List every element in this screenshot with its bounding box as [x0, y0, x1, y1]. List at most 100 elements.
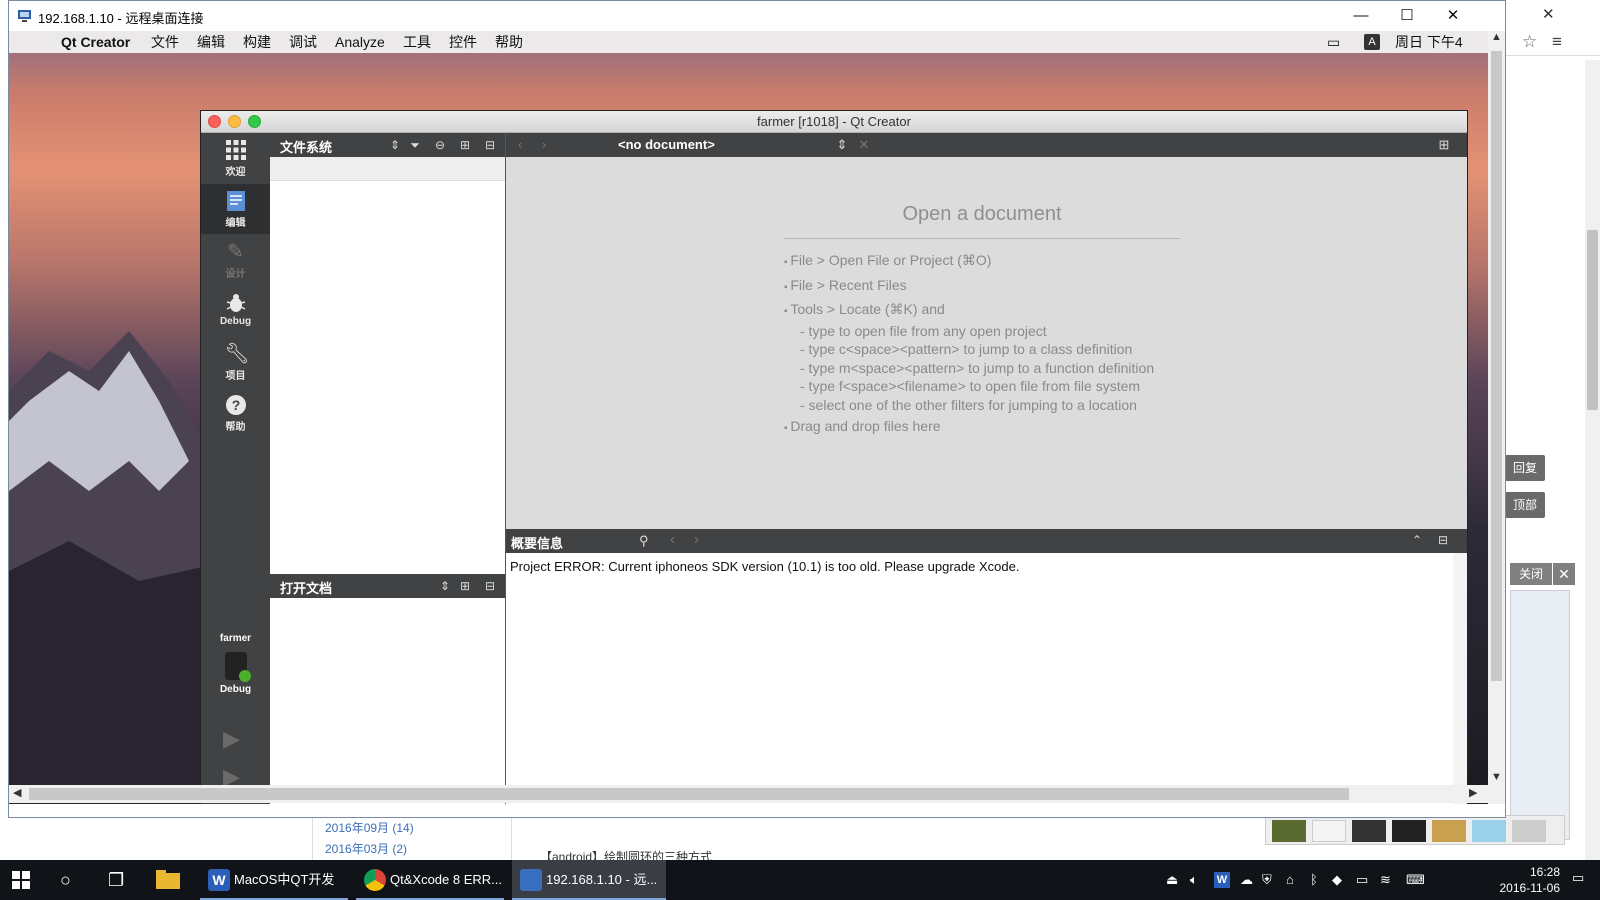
taskbar-app-chrome[interactable]: Qt&Xcode 8 ERR... — [356, 860, 504, 900]
previous-icon[interactable]: ‹ — [670, 531, 675, 548]
filesystem-tree[interactable] — [270, 181, 506, 574]
thumbnail[interactable] — [1472, 820, 1506, 842]
menu-analyze[interactable]: Analyze — [335, 33, 385, 51]
menu-tools[interactable]: 工具 — [403, 33, 431, 51]
menu-debug[interactable]: 调试 — [289, 33, 317, 51]
task-view-icon[interactable]: ❐ — [108, 860, 124, 900]
bookmark-star-icon[interactable]: ☆ — [1522, 32, 1537, 52]
filesystem-selected-row[interactable] — [270, 157, 506, 181]
mode-welcome[interactable]: 欢迎 — [201, 133, 270, 183]
back-icon[interactable]: ‹ — [512, 137, 528, 153]
issue-message[interactable]: Project ERROR: Current iphoneos SDK vers… — [510, 559, 1019, 574]
thumbnail[interactable] — [1352, 820, 1386, 842]
menu-file[interactable]: 文件 — [151, 33, 179, 51]
ad-close-button[interactable]: 关闭 — [1510, 563, 1552, 585]
archive-link[interactable]: 2016年09月 (14) — [313, 818, 511, 839]
forward-icon[interactable]: › — [536, 137, 552, 153]
screen-mirror-icon[interactable]: ▭ — [1327, 33, 1340, 51]
maximize-pane-icon[interactable]: ⌃ — [1412, 533, 1422, 547]
rdp-titlebar[interactable]: 192.168.1.10 - 远程桌面连接 — ☐ ✕ — [9, 1, 1505, 31]
browser-scroll-thumb[interactable] — [1587, 230, 1598, 410]
thumbnail[interactable] — [1512, 820, 1546, 842]
start-button[interactable] — [12, 860, 36, 900]
mode-help[interactable]: ? 帮助 — [201, 388, 270, 438]
next-icon[interactable]: › — [694, 531, 699, 548]
updown-icon[interactable]: ⇕ — [387, 137, 403, 153]
thumbnail[interactable] — [1312, 820, 1346, 842]
rdp-vertical-scrollbar[interactable]: ▲ ▼ — [1488, 31, 1505, 804]
mode-projects[interactable]: 🔧︎ 项目 — [201, 337, 270, 387]
mode-design[interactable]: ✎ 设计 — [201, 235, 270, 285]
taskbar-app-word[interactable]: W MacOS中QT开发i... — [200, 860, 348, 900]
back-to-top-button[interactable]: 顶部 — [1505, 492, 1545, 518]
scroll-left-icon[interactable]: ◀ — [13, 786, 21, 799]
file-explorer-icon[interactable] — [156, 860, 182, 900]
filter-icon[interactable]: ⏷ — [407, 137, 423, 153]
thumbnail[interactable] — [1392, 820, 1426, 842]
output-scrollbar[interactable] — [1453, 553, 1467, 804]
filter-output-icon[interactable]: ⚲ — [639, 533, 649, 549]
close-pane-icon[interactable]: ⊟ — [1438, 533, 1448, 547]
search-icon[interactable]: ○ — [60, 860, 71, 900]
menu-app-name[interactable]: Qt Creator — [61, 33, 130, 51]
close-pane-icon[interactable]: ⊟ — [482, 578, 498, 594]
rdp-horizontal-scrollbar[interactable]: ◀ ▶ — [9, 785, 1488, 803]
document-selector[interactable]: <no document> — [618, 137, 715, 152]
reply-button[interactable]: 回复 — [1505, 455, 1545, 481]
rdp-title: 192.168.1.10 - 远程桌面连接 — [38, 11, 204, 26]
taskbar-app-rdp[interactable]: 192.168.1.10 - 远... — [512, 860, 666, 900]
volume-icon[interactable]: 🔈︎ — [1190, 872, 1198, 888]
close-icon[interactable]: ✕ — [1542, 5, 1555, 23]
kit-project-name: farmer — [219, 633, 252, 644]
scroll-up-icon[interactable]: ▲ — [1491, 31, 1502, 43]
split-icon[interactable]: ⊞ — [457, 137, 473, 153]
run-icon[interactable]: ▶ — [223, 727, 245, 751]
minimize-icon[interactable]: — — [1338, 1, 1384, 31]
cloud-icon[interactable]: ☁ — [1240, 872, 1253, 888]
qtc-titlebar[interactable]: farmer [r1018] - Qt Creator — [201, 111, 1467, 133]
wifi-icon[interactable]: ≋ — [1380, 872, 1391, 888]
network-app-icon[interactable]: ⌂ — [1286, 872, 1294, 887]
shield-icon[interactable]: ⛨ — [1262, 872, 1272, 888]
maximize-icon[interactable]: ☐ — [1384, 1, 1430, 31]
word-tray-icon[interactable]: W — [1214, 872, 1230, 888]
thumbnail[interactable] — [1432, 820, 1466, 842]
scroll-thumb[interactable] — [1491, 51, 1502, 681]
browser-scrollbar[interactable] — [1585, 60, 1600, 860]
thumbnail[interactable] — [1272, 820, 1306, 842]
menu-controls[interactable]: 控件 — [449, 33, 477, 51]
close-document-icon[interactable]: ✕ — [856, 137, 872, 153]
close-icon[interactable]: ✕ — [1430, 1, 1476, 31]
open-documents-title[interactable]: 打开文档 — [280, 578, 332, 597]
filesystem-title[interactable]: 文件系统 — [280, 137, 332, 156]
input-method-badge[interactable]: A — [1364, 34, 1380, 50]
kit-selector[interactable]: farmer Debug — [201, 633, 270, 695]
app-tray-icon[interactable]: ◆ — [1332, 872, 1342, 888]
mode-edit[interactable]: 编辑 — [201, 184, 270, 234]
scroll-thumb[interactable] — [29, 788, 1349, 800]
split-editor-icon[interactable]: ⊞ — [1436, 137, 1452, 153]
close-pane-icon[interactable]: ⊟ — [482, 137, 498, 153]
split-icon[interactable]: ⊞ — [457, 578, 473, 594]
battery-icon[interactable]: ▭ — [1356, 872, 1368, 888]
mode-debug[interactable]: Debug — [201, 286, 270, 336]
menubar-clock[interactable]: 周日 下午4 — [1395, 33, 1475, 51]
menu-edit[interactable]: 编辑 — [197, 33, 225, 51]
link-icon[interactable]: ⊖ — [432, 137, 448, 153]
ad-close-icon[interactable]: ✕ — [1553, 563, 1575, 585]
keyboard-icon[interactable]: ⌨ — [1406, 872, 1425, 888]
taskbar-clock[interactable]: 16:28 2016-11-06 — [1500, 864, 1561, 896]
bluetooth-icon[interactable]: ᛒ — [1310, 872, 1318, 887]
scroll-right-icon[interactable]: ▶ — [1469, 786, 1477, 799]
menu-build[interactable]: 构建 — [243, 33, 271, 51]
menu-help[interactable]: 帮助 — [495, 33, 523, 51]
archive-link[interactable]: 2016年03月 (2) — [313, 839, 511, 860]
output-title[interactable]: 概要信息 — [511, 533, 563, 552]
open-documents-list[interactable] — [270, 598, 506, 804]
scroll-down-icon[interactable]: ▼ — [1491, 771, 1502, 783]
notification-icon[interactable]: ▭ — [1572, 870, 1584, 886]
usb-icon[interactable]: ⏏ — [1166, 872, 1178, 888]
updown-icon[interactable]: ⇕ — [437, 578, 453, 594]
menu-icon[interactable]: ≡ — [1552, 32, 1562, 52]
updown-icon[interactable]: ⇕ — [834, 137, 850, 153]
